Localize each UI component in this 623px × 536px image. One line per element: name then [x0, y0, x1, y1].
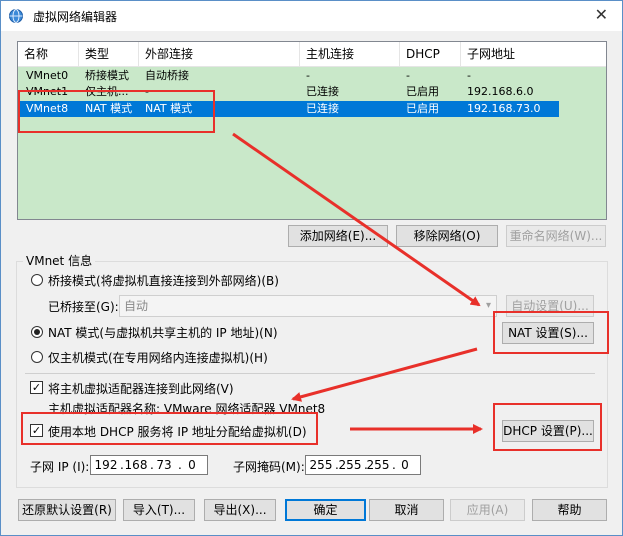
annotation-arrow-adapter [291, 347, 478, 402]
annotation-arrow-nat [232, 132, 481, 307]
virtual-network-editor-window: 虚拟网络编辑器 ✕ 名称 类型 外部连接 主机连接 DHCP 子网地址 VMne… [0, 0, 623, 536]
annotation-arrows [232, 132, 483, 434]
